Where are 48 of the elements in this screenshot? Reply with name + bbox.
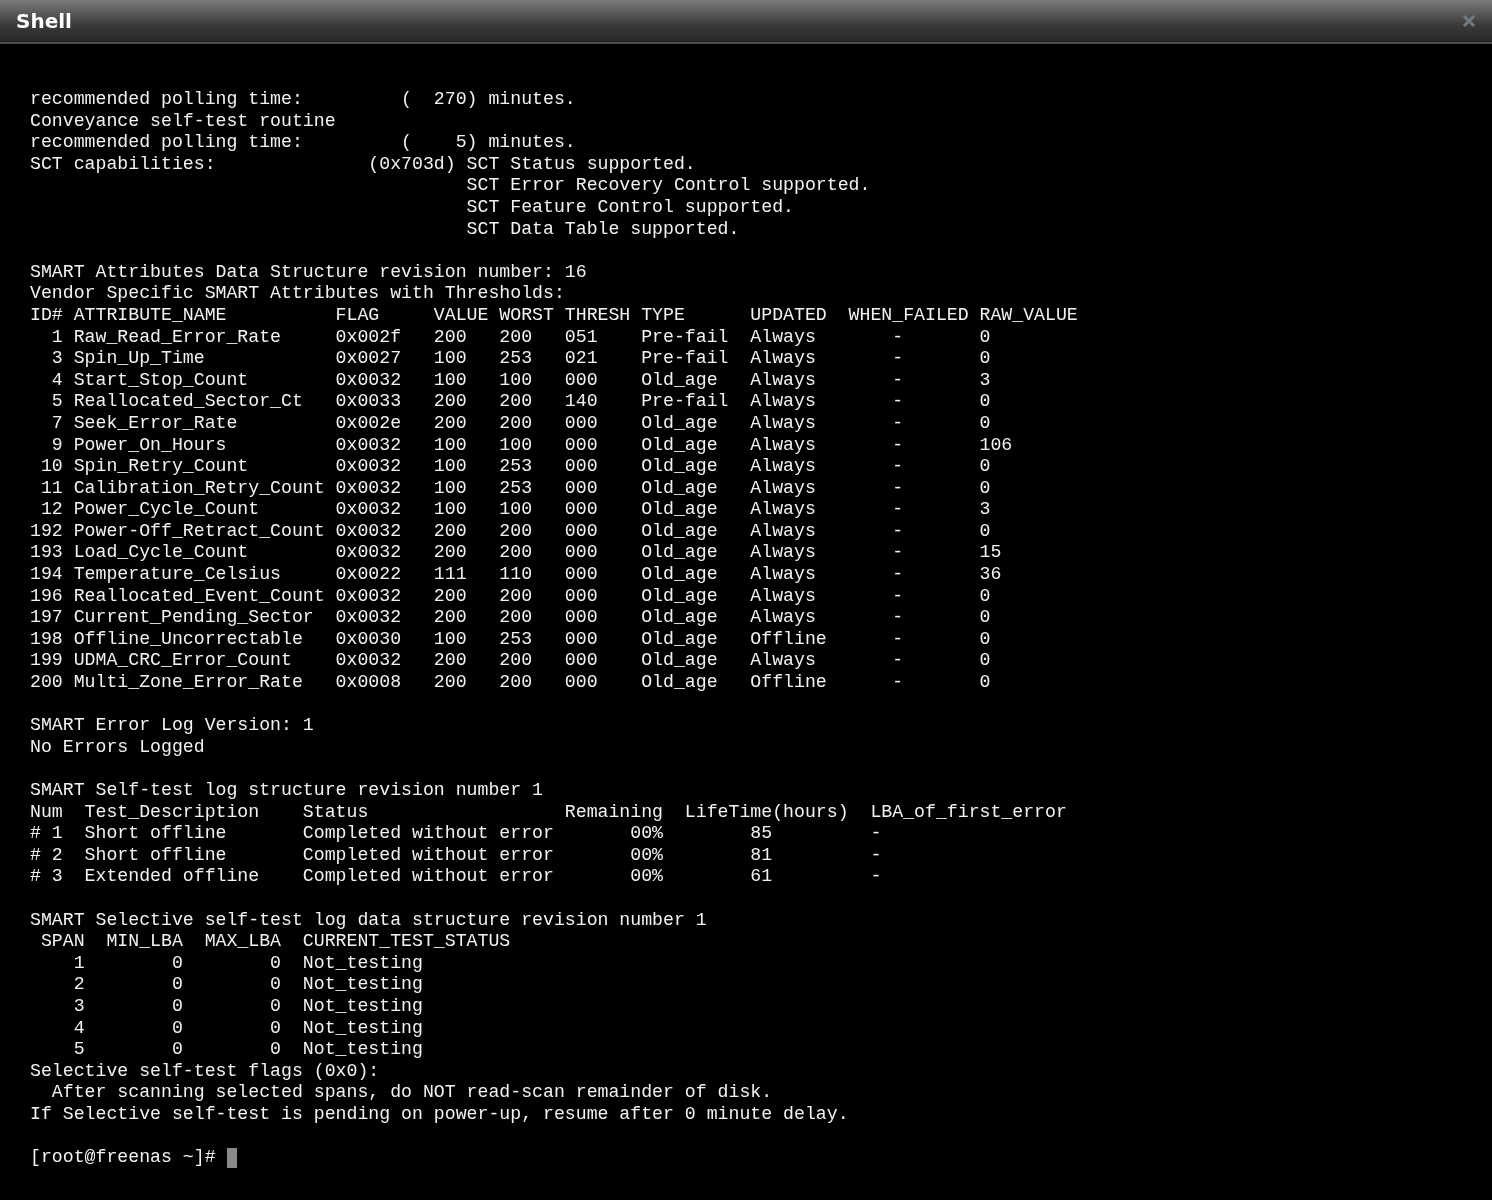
terminal-line: SMART Self-test log structure revision number 1 <box>30 780 543 802</box>
terminal-line: 5 Reallocated_Sector_Ct 0x0033 200 200 140 Pre-fail Always - 0 <box>50 391 991 413</box>
terminal-line: 11 Calibration_Retry_Count 0x0032 100 253 000 Old_age Always - 0 <box>39 477 991 500</box>
terminal-line: SCT capabilities: (0x703d) SCT Status supported. <box>30 153 696 176</box>
terminal-line: SMART Attributes Data Structure revision number: 16 <box>30 261 587 284</box>
terminal-line: If Selective self-test is pending on power-up, resume after 0 minute delay. <box>30 1103 849 1126</box>
terminal-line: 3 Spin_Up_Time 0x0027 100 253 021 Pre-fail Always - 0 <box>50 348 991 370</box>
terminal-line: 193 Load_Cycle_Count 0x0032 200 200 000 Old_age Always - 15 <box>30 542 1002 565</box>
terminal-line: 4 Start_Stop_Count 0x0032 100 100 000 Old_age Always - 3 <box>50 369 991 392</box>
terminal-line: Vendor Specific SMART Attributes with Thresholds: <box>30 283 565 305</box>
terminal-line: recommended polling time: ( 270) minutes. <box>30 89 576 111</box>
terminal-line: recommended polling time: ( 5) minutes. <box>30 132 576 154</box>
terminal-line: 199 UDMA_CRC_Error_Count 0x0032 200 200 000 Old_age Always - 0 <box>30 650 991 673</box>
terminal-line: 1 Raw_Read_Error_Rate 0x002f 200 200 051 Pre-fail Always - 0 <box>50 326 991 349</box>
terminal-line: 12 Power_Cycle_Count 0x0032 100 100 000 Old_age Always - 3 <box>39 499 991 521</box>
terminal-line: SMART Error Log Version: 1 <box>30 715 314 737</box>
cursor-icon <box>226 1147 237 1168</box>
terminal-line: # 1 Short offline Completed without error 00% 85 - <box>30 823 882 845</box>
terminal-line: Num Test_Description Status Remaining LifeTime(hours) LBA_of_first_error <box>30 801 1067 824</box>
terminal-line: SCT Error Recovery Control supported. <box>465 175 871 197</box>
terminal-line: # 3 Extended offline Completed without error 00% 61 - <box>30 866 882 888</box>
terminal-line: 2 0 0 Not_testing <box>72 974 423 996</box>
terminal-line: 200 Multi_Zone_Error_Rate 0x0008 200 200 000 Old_age Offline - 0 <box>30 672 991 694</box>
terminal-line: Conveyance self-test routine <box>30 110 336 133</box>
terminal-line: 5 0 0 Not_testing <box>72 1039 423 1061</box>
terminal-line: 1 0 0 Not_testing <box>72 952 423 975</box>
terminal-line: After scanning selected spans, do NOT read-scan remainder of disk. <box>50 1082 773 1104</box>
terminal-line: SMART Selective self-test log data structure revision number 1 <box>30 909 707 932</box>
terminal-line: Selective self-test flags (0x0): <box>30 1060 380 1083</box>
terminal-line: SPAN MIN_LBA MAX_LBA CURRENT_TEST_STATUS <box>39 931 511 953</box>
terminal-line: 10 Spin_Retry_Count 0x0032 100 253 000 Old_age Always - 0 <box>39 456 991 478</box>
window-title: Shell <box>16 9 72 33</box>
terminal-line: SCT Feature Control supported. <box>465 196 794 219</box>
terminal-line: 196 Reallocated_Event_Count 0x0032 200 200 000 Old_age Always - 0 <box>30 585 991 608</box>
terminal-line: SCT Data Table supported. <box>465 218 740 241</box>
terminal-line: # 2 Short offline Completed without error 00% 81 - <box>30 844 882 867</box>
terminal-line: 198 Offline_Uncorrectable 0x0030 100 253 000 Old_age Offline - 0 <box>30 628 991 651</box>
terminal-line: 9 Power_On_Hours 0x0032 100 100 000 Old_age Always - 106 <box>50 434 1013 457</box>
shell-prompt: [root@freenas ~]# <box>30 1147 216 1169</box>
terminal-line: 194 Temperature_Celsius 0x0022 111 110 000 Old_age Always - 36 <box>30 564 1002 586</box>
terminal-line: No Errors Logged <box>30 736 205 759</box>
terminal-line: 7 Seek_Error_Rate 0x002e 200 200 000 Old_age Always - 0 <box>50 412 991 435</box>
close-icon[interactable] <box>1462 14 1476 28</box>
terminal-line: ID# ATTRIBUTE_NAME FLAG VALUE WORST THRESH TYPE UPDATED WHEN_FAILED RAW_VALUE <box>30 304 1078 327</box>
terminal-line: 197 Current_Pending_Sector 0x0032 200 200 000 Old_age Always - 0 <box>30 607 991 629</box>
terminal-line: 4 0 0 Not_testing <box>72 1017 423 1040</box>
terminal-line: 3 0 0 Not_testing <box>72 995 423 1018</box>
terminal-line: 192 Power-Off_Retract_Count 0x0032 200 200 000 Old_age Always - 0 <box>30 520 991 543</box>
